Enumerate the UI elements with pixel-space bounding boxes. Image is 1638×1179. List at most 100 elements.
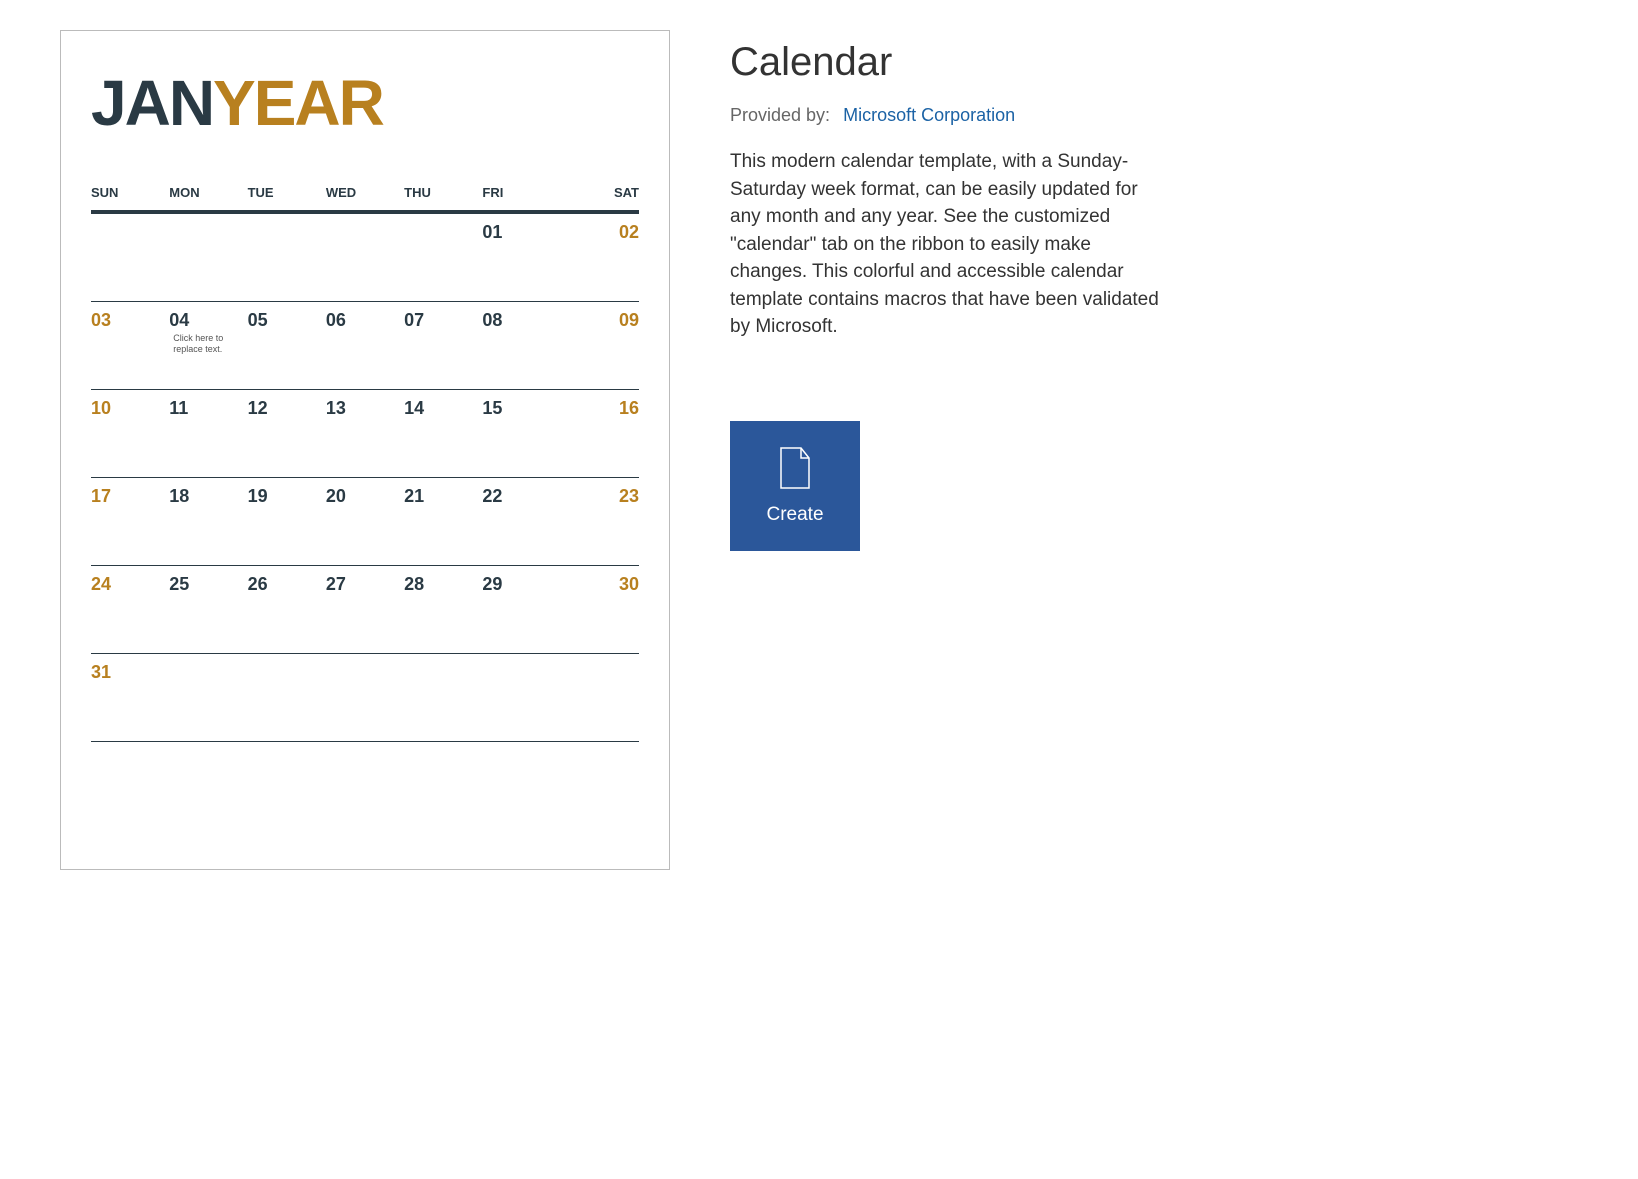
calendar-day-cell: 06 [326,302,404,389]
day-number: 08 [482,310,560,331]
calendar-day-cell: 31 [91,654,169,741]
calendar-day-cell: 22 [482,478,560,565]
day-number: 16 [561,398,639,419]
dow-mon: MON [169,185,247,200]
calendar-day-cell [482,654,560,741]
document-icon [777,446,813,490]
calendar-week: 0102 [91,214,639,302]
preview-month: JAN [91,67,213,139]
day-number: 26 [248,574,326,595]
day-number: 02 [561,222,639,243]
calendar-day-cell: 21 [404,478,482,565]
day-number: 28 [404,574,482,595]
calendar-day-cell: 01 [482,214,560,301]
calendar-day-cell: 04Click here to replace text. [169,302,247,389]
calendar-day-cell: 18 [169,478,247,565]
template-title: Calendar [730,40,1160,85]
calendar-day-cell [248,214,326,301]
calendar-day-cell: 08 [482,302,560,389]
day-number: 19 [248,486,326,507]
dow-tue: TUE [248,185,326,200]
day-number: 09 [561,310,639,331]
day-number: 21 [404,486,482,507]
day-number: 07 [404,310,482,331]
day-number: 24 [91,574,169,595]
day-number: 15 [482,398,560,419]
template-description: This modern calendar template, with a Su… [730,148,1160,341]
calendar-day-cell: 19 [248,478,326,565]
calendar-day-cell: 24 [91,566,169,653]
calendar-day-cell: 30 [561,566,639,653]
dow-wed: WED [326,185,404,200]
day-of-week-header: SUN MON TUE WED THU FRI SAT [91,185,639,214]
calendar-day-cell: 28 [404,566,482,653]
calendar-day-cell: 16 [561,390,639,477]
day-number: 17 [91,486,169,507]
template-detail-panel: Calendar Provided by: Microsoft Corporat… [730,30,1160,870]
calendar-week: 17181920212223 [91,478,639,566]
calendar-day-cell [169,214,247,301]
calendar-week: 10111213141516 [91,390,639,478]
day-number: 25 [169,574,247,595]
calendar-day-cell: 23 [561,478,639,565]
calendar-day-cell: 15 [482,390,560,477]
day-number: 29 [482,574,560,595]
dow-thu: THU [404,185,482,200]
calendar-day-cell [248,654,326,741]
calendar-day-cell: 05 [248,302,326,389]
day-number: 10 [91,398,169,419]
calendar-day-cell [404,214,482,301]
calendar-day-cell [561,654,639,741]
day-number: 27 [326,574,404,595]
calendar-week: 0304Click here to replace text.050607080… [91,302,639,390]
dow-sat: SAT [561,185,639,200]
calendar-day-cell: 11 [169,390,247,477]
template-preview: JANYEAR SUN MON TUE WED THU FRI SAT 0102… [60,30,670,870]
day-number: 13 [326,398,404,419]
provided-by-link[interactable]: Microsoft Corporation [843,105,1015,125]
day-number: 22 [482,486,560,507]
provided-by-row: Provided by: Microsoft Corporation [730,105,1160,126]
day-number: 06 [326,310,404,331]
day-number: 14 [404,398,482,419]
calendar-day-cell: 09 [561,302,639,389]
calendar-day-cell: 14 [404,390,482,477]
day-number: 12 [248,398,326,419]
day-number: 23 [561,486,639,507]
preview-year: YEAR [213,67,383,139]
preview-title: JANYEAR [91,71,639,135]
day-note: Click here to replace text. [169,333,247,355]
dow-fri: FRI [482,185,560,200]
calendar-day-cell: 03 [91,302,169,389]
calendar-day-cell: 07 [404,302,482,389]
calendar-day-cell: 25 [169,566,247,653]
day-number: 03 [91,310,169,331]
create-button[interactable]: Create [730,421,860,551]
calendar-day-cell: 12 [248,390,326,477]
dow-sun: SUN [91,185,169,200]
calendar-day-cell: 29 [482,566,560,653]
day-number: 18 [169,486,247,507]
day-number: 31 [91,662,169,683]
calendar-day-cell: 13 [326,390,404,477]
calendar-day-cell: 17 [91,478,169,565]
calendar-grid: 01020304Click here to replace text.05060… [91,214,639,742]
day-number: 20 [326,486,404,507]
calendar-day-cell [404,654,482,741]
calendar-day-cell [169,654,247,741]
calendar-day-cell [326,654,404,741]
calendar-day-cell: 10 [91,390,169,477]
day-number: 04 [169,310,247,331]
calendar-day-cell: 26 [248,566,326,653]
calendar-day-cell: 27 [326,566,404,653]
calendar-day-cell [326,214,404,301]
calendar-day-cell: 02 [561,214,639,301]
calendar-day-cell [91,214,169,301]
calendar-day-cell: 20 [326,478,404,565]
day-number: 05 [248,310,326,331]
day-number: 11 [169,398,247,419]
day-number: 30 [561,574,639,595]
calendar-week: 31 [91,654,639,742]
day-number: 01 [482,222,560,243]
calendar-week: 24252627282930 [91,566,639,654]
